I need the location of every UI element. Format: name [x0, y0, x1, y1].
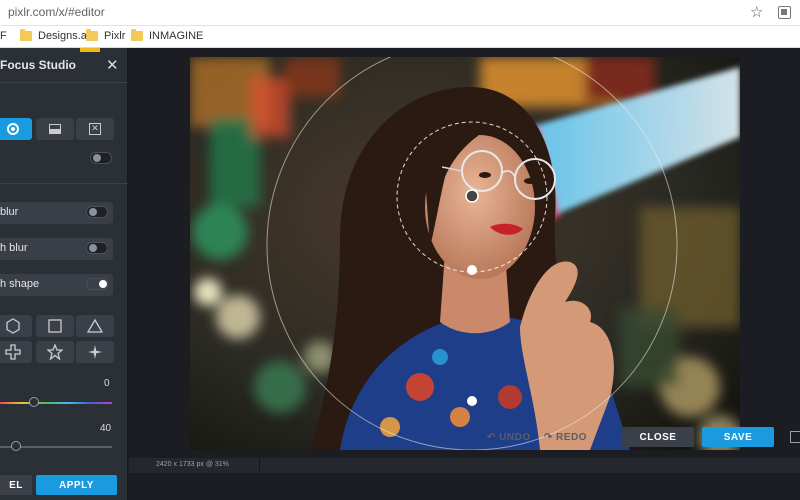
none-mode-button[interactable]: ✕	[76, 118, 114, 140]
panel-accent-bar	[80, 48, 100, 52]
bookmark-label: F	[0, 30, 7, 42]
browser-address-bar: pixlr.com/x/#editor ☆	[0, 0, 800, 26]
blur-toggle[interactable]	[86, 206, 108, 218]
bookmark-star-icon[interactable]: ☆	[750, 3, 763, 21]
folder-icon	[86, 29, 98, 41]
status-bar: 2420 x 1733 px @ 31%	[129, 458, 800, 473]
option-row-smooth-blur[interactable]: h blur	[0, 238, 113, 260]
bookmark-label: Designs.ai	[38, 30, 90, 42]
close-box-icon: ✕	[89, 123, 101, 135]
bookmark-designs-ai[interactable]: Designs.ai	[20, 29, 90, 42]
cancel-button[interactable]: EL	[0, 475, 32, 495]
shape-star-button[interactable]	[36, 341, 74, 363]
divider	[0, 82, 128, 83]
save-button[interactable]: SAVE	[702, 427, 774, 447]
divider	[259, 458, 260, 473]
bokeh-shape-toggle[interactable]	[86, 278, 108, 290]
bookmark-label: INMAGINE	[149, 30, 204, 42]
divider	[0, 183, 128, 184]
hexagon-icon	[6, 318, 20, 334]
toggle-switch[interactable]	[90, 152, 112, 164]
linear-icon	[49, 124, 61, 134]
shape-square-button[interactable]	[36, 315, 74, 337]
photo-canvas[interactable]	[190, 57, 740, 450]
folder-icon	[20, 29, 32, 41]
shape-sparkle-button[interactable]	[76, 341, 114, 363]
panel-title: Focus Studio	[0, 58, 76, 72]
slider-value: 0	[104, 378, 110, 389]
apply-button[interactable]: APPLY	[36, 475, 117, 495]
bookmark-item[interactable]: F	[0, 30, 7, 42]
star-icon	[47, 344, 63, 360]
bookmark-label: Pixlr	[104, 30, 126, 42]
cross-icon	[5, 344, 21, 360]
bottom-toolbar	[129, 473, 800, 500]
shape-triangle-button[interactable]	[76, 315, 114, 337]
undo-button[interactable]: ↶ UNDO ↷ REDO	[487, 432, 587, 443]
bookmarks-bar: F Designs.ai Pixlr INMAGINE	[0, 26, 800, 48]
option-row-blur[interactable]: blur	[0, 202, 113, 224]
focus-studio-panel: Focus Studio ✕ ✕ blur h blur h shape 0 4…	[0, 48, 128, 500]
option-label: h shape	[0, 278, 40, 290]
radial-icon	[7, 123, 19, 135]
exit-icon[interactable]	[790, 431, 800, 443]
folder-icon	[131, 29, 143, 41]
option-label: blur	[0, 206, 19, 218]
url-text[interactable]: pixlr.com/x/#editor	[8, 5, 105, 19]
extension-icon[interactable]	[778, 6, 791, 19]
shape-cross-button[interactable]	[0, 341, 32, 363]
close-button[interactable]: CLOSE	[622, 427, 694, 447]
sparkle-icon	[88, 345, 102, 359]
smooth-blur-toggle[interactable]	[86, 242, 108, 254]
redo-label[interactable]: ↷ REDO	[544, 432, 587, 443]
radial-mode-button[interactable]	[0, 118, 32, 140]
shape-hexagon-button[interactable]	[0, 315, 32, 337]
image-size-status: 2420 x 1733 px @ 31%	[156, 461, 229, 468]
slider-value: 40	[100, 423, 112, 434]
hue-slider-thumb[interactable]	[28, 397, 39, 407]
square-icon	[48, 319, 62, 333]
portrait-photo	[190, 57, 740, 450]
undo-label: ↶ UNDO	[487, 432, 531, 443]
triangle-icon	[87, 318, 103, 333]
amount-slider-thumb[interactable]	[10, 441, 21, 451]
linear-mode-button[interactable]	[36, 118, 74, 140]
option-row-bokeh-shape[interactable]: h shape	[0, 274, 113, 296]
hue-slider-track[interactable]	[0, 402, 112, 404]
bookmark-inmagine[interactable]: INMAGINE	[131, 29, 204, 42]
close-icon[interactable]: ✕	[106, 56, 119, 74]
option-label: h blur	[0, 242, 28, 254]
bookmark-pixlr[interactable]: Pixlr	[86, 29, 126, 42]
